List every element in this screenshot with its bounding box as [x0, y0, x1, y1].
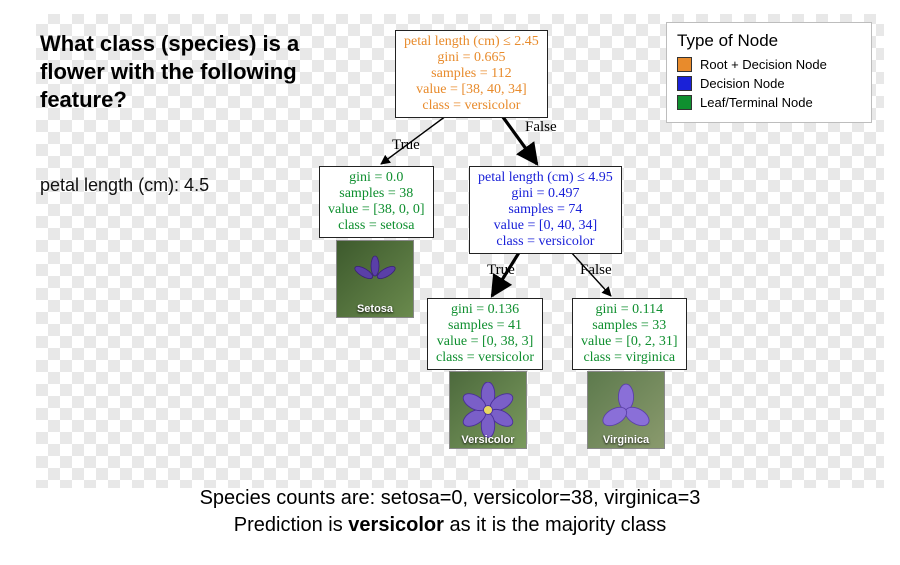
photo-versicolor: Versicolor [449, 371, 527, 449]
node-line: samples = 38 [328, 186, 425, 202]
legend-title: Type of Node [677, 31, 861, 51]
photo-caption: Setosa [357, 303, 393, 317]
caption-part: as it is the majority class [444, 514, 666, 536]
bg-strip [0, 0, 36, 565]
node-line: class = versicolor [478, 234, 613, 250]
node-leaf-setosa: gini = 0.0 samples = 38 value = [38, 0, … [319, 166, 434, 238]
legend-label: Root + Decision Node [700, 57, 827, 72]
node-line: value = [0, 38, 3] [436, 334, 534, 350]
node-line: value = [38, 40, 34] [404, 82, 539, 98]
bg-strip [884, 0, 900, 565]
node-line: gini = 0.665 [404, 50, 539, 66]
legend-label: Leaf/Terminal Node [700, 95, 813, 110]
node-line: samples = 33 [581, 318, 678, 334]
node-line: class = virginica [581, 350, 678, 366]
photo-setosa: Setosa [336, 240, 414, 318]
node-line: petal length (cm) ≤ 4.95 [478, 170, 613, 186]
bg-strip [0, 0, 900, 14]
node-line: value = [0, 40, 34] [478, 218, 613, 234]
prediction-caption: Species counts are: setosa=0, versicolor… [0, 485, 900, 539]
node-line: gini = 0.114 [581, 302, 678, 318]
edge-label-false: False [525, 119, 557, 136]
legend-swatch-leaf-icon [677, 95, 692, 110]
node-line: value = [0, 2, 31] [581, 334, 678, 350]
legend-row-root: Root + Decision Node [677, 57, 861, 72]
legend-row-decision: Decision Node [677, 76, 861, 91]
node-root: petal length (cm) ≤ 2.45 gini = 0.665 sa… [395, 30, 548, 118]
edge-label-true: True [392, 137, 420, 154]
question-text: What class (species) is a flower with th… [40, 30, 300, 114]
feature-text: petal length (cm): 4.5 [40, 175, 209, 196]
photo-caption: Versicolor [461, 434, 514, 448]
caption-line1: Species counts are: setosa=0, versicolor… [0, 485, 900, 512]
photo-virginica: Virginica [587, 371, 665, 449]
node-line: gini = 0.136 [436, 302, 534, 318]
node-line: gini = 0.497 [478, 186, 613, 202]
caption-bold: versicolor [348, 514, 444, 536]
photo-caption: Virginica [603, 434, 649, 448]
node-line: value = [38, 0, 0] [328, 202, 425, 218]
node-line: class = versicolor [436, 350, 534, 366]
node-line: samples = 74 [478, 202, 613, 218]
node-decision: petal length (cm) ≤ 4.95 gini = 0.497 sa… [469, 166, 622, 254]
legend-row-leaf: Leaf/Terminal Node [677, 95, 861, 110]
node-line: gini = 0.0 [328, 170, 425, 186]
edge-label-true: True [487, 262, 515, 279]
node-line: petal length (cm) ≤ 2.45 [404, 34, 539, 50]
legend-label: Decision Node [700, 76, 785, 91]
legend-swatch-decision-icon [677, 76, 692, 91]
legend: Type of Node Root + Decision Node Decisi… [666, 22, 872, 123]
legend-swatch-root-icon [677, 57, 692, 72]
node-line: class = versicolor [404, 98, 539, 114]
edge-label-false: False [580, 262, 612, 279]
caption-part: Prediction is [234, 514, 349, 536]
node-line: class = setosa [328, 218, 425, 234]
node-leaf-virginica: gini = 0.114 samples = 33 value = [0, 2,… [572, 298, 687, 370]
node-line: samples = 41 [436, 318, 534, 334]
node-leaf-versicolor: gini = 0.136 samples = 41 value = [0, 38… [427, 298, 543, 370]
caption-line2: Prediction is versicolor as it is the ma… [0, 512, 900, 539]
node-line: samples = 112 [404, 66, 539, 82]
